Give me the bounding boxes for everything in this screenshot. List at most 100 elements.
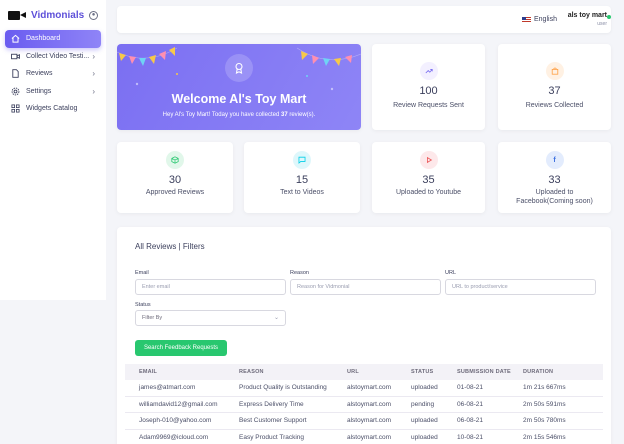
stat-card-reviews-collected: 37 Reviews Collected [498, 44, 611, 130]
gear-icon [11, 87, 20, 96]
home-icon [11, 34, 20, 43]
chevron-down-icon: ⌄ [273, 315, 279, 321]
sidebar-item-widgets-catalog[interactable]: Widgets Catalog [5, 100, 101, 118]
sidebar-item-settings[interactable]: Settings › [5, 83, 101, 101]
sidebar-item-label: Widgets Catalog [26, 105, 78, 113]
cell-status: pending [411, 400, 435, 408]
language-label: English [534, 16, 557, 23]
stat-card-requests-sent: 100 Review Requests Sent [372, 44, 485, 130]
play-icon [419, 151, 438, 169]
stat-card-uploaded-youtube: 35 Uploaded to Youtube [372, 142, 485, 213]
language-selector[interactable]: English [522, 16, 557, 23]
column-header-duration[interactable]: DURATION [523, 369, 603, 375]
stat-value: 15 [295, 174, 309, 186]
user-menu[interactable]: als toy mart user [562, 12, 611, 27]
stat-label: Uploaded to Youtube [395, 189, 461, 196]
status-select[interactable]: Filter By ⌄ [135, 310, 286, 326]
stat-card-text-to-videos: 15 Text to Videos [244, 142, 360, 213]
email-label: Email [135, 270, 149, 276]
stat-label: Text to Videos [280, 189, 324, 196]
sidebar-item-reviews[interactable]: Reviews › [5, 65, 101, 83]
column-header-reason[interactable]: REASON [239, 369, 347, 375]
cell-email: Joseph-010@yahoo.com [139, 417, 212, 425]
cell-status: uploaded [411, 433, 438, 441]
table-row[interactable]: james@atmart.com Product Quality is Outs… [125, 380, 603, 397]
sidebar-item-label: Dashboard [26, 35, 61, 43]
column-header-status[interactable]: STATUS [411, 369, 457, 375]
brand: Vidmonials ● [0, 0, 106, 30]
status-select-value: Filter By [142, 315, 163, 321]
search-feedback-requests-button[interactable]: Search Feedback Requests [135, 340, 227, 356]
stat-label-line2: Facebook(Coming soon) [516, 198, 593, 205]
url-field[interactable]: URL to product/service [445, 279, 596, 295]
sidebar-item-label: Collect Video Testi... [26, 52, 90, 60]
stat-label: Review Requests Sent [393, 102, 464, 109]
stat-value: 30 [168, 174, 182, 186]
user-name: als toy mart [567, 12, 607, 19]
stat-value: 35 [422, 174, 435, 186]
cell-url: alstoymart.com [347, 417, 392, 425]
cell-reason: Best Customer Support [239, 417, 307, 425]
chevron-right-icon: › [92, 86, 95, 96]
reviews-title: All Reviews | Filters [135, 242, 205, 251]
video-camera-logo-icon [8, 10, 26, 21]
stat-value: 33 [548, 174, 561, 186]
cell-submission-date: 06-08-21 [457, 417, 484, 425]
message-square-icon [293, 151, 311, 169]
cell-url: alstoymart.com [347, 433, 392, 441]
cell-duration: 2m 50s 591ms [523, 400, 566, 408]
table-row[interactable]: Adam9969@icloud.com Easy Product Trackin… [125, 430, 603, 444]
user-role: user [597, 21, 607, 27]
cell-reason: Express Delivery Time [239, 400, 304, 408]
stat-label: Reviews Collected [525, 102, 584, 109]
table-row[interactable]: Joseph-010@yahoo.com Best Customer Suppo… [125, 413, 603, 430]
cell-email: james@atmart.com [139, 384, 196, 392]
cell-url: alstoymart.com [347, 384, 392, 392]
sidebar: Vidmonials ● Dashboard Collect Video Tes… [0, 0, 106, 300]
reviews-table: EMAIL REASON URL STATUS SUBMISSION DATE … [125, 364, 603, 444]
column-header-url[interactable]: URL [347, 369, 411, 375]
cell-status: uploaded [411, 384, 438, 392]
brand-name: Vidmonials [31, 9, 85, 21]
column-header-submission-date[interactable]: SUBMISSION DATE [457, 369, 523, 375]
box-icon [166, 151, 184, 169]
welcome-card: Welcome Al's Toy Mart Hey Al's Toy Mart!… [117, 44, 361, 130]
table-row[interactable]: williamdavid12@gmail.com Express Deliver… [125, 397, 603, 413]
online-status-icon [607, 15, 611, 19]
cell-submission-date: 01-08-21 [457, 384, 484, 392]
facebook-icon: f [545, 151, 564, 169]
cell-submission-date: 10-08-21 [457, 433, 484, 441]
email-field[interactable]: Enter email [135, 279, 286, 295]
status-label: Status [135, 302, 151, 308]
stat-value: 100 [419, 85, 438, 97]
stat-label-line1: Uploaded to [535, 189, 574, 196]
cell-email: Adam9969@icloud.com [139, 433, 209, 441]
sidebar-item-label: Reviews [26, 70, 53, 78]
grid-icon [11, 104, 20, 113]
welcome-subtitle: Hey Al's Toy Mart! Today you have collec… [162, 112, 316, 118]
sidebar-item-label: Settings [26, 87, 52, 95]
chevron-right-icon: › [92, 69, 95, 79]
cell-duration: 1m 21s 667ms [523, 384, 566, 392]
chevron-right-icon: › [92, 51, 95, 61]
cell-submission-date: 06-08-21 [457, 400, 484, 408]
stat-card-uploaded-facebook: f 33 Uploaded to Facebook(Coming soon) [498, 142, 611, 213]
us-flag-icon [522, 16, 531, 23]
stat-label: Approved Reviews [145, 189, 205, 196]
cell-reason: Easy Product Tracking [239, 433, 305, 441]
award-icon [225, 54, 253, 82]
shopping-bag-icon [545, 62, 564, 80]
table-header: EMAIL REASON URL STATUS SUBMISSION DATE … [125, 364, 603, 380]
collapse-sidebar-icon[interactable]: ● [89, 10, 98, 20]
url-label: URL [445, 270, 457, 276]
column-header-email[interactable]: EMAIL [125, 369, 239, 375]
cell-reason: Product Quality is Outstanding [239, 384, 327, 392]
video-icon [11, 52, 20, 61]
reason-field[interactable]: Reason for Vidmonial [290, 279, 441, 295]
all-reviews-panel: All Reviews | Filters Email Enter email … [117, 227, 611, 444]
sidebar-item-dashboard[interactable]: Dashboard [5, 30, 101, 48]
reason-label: Reason [290, 270, 309, 276]
cell-duration: 2m 15s 546ms [523, 433, 566, 441]
sidebar-item-collect-video[interactable]: Collect Video Testi... › [5, 48, 101, 66]
review-count: 37 [280, 112, 288, 118]
